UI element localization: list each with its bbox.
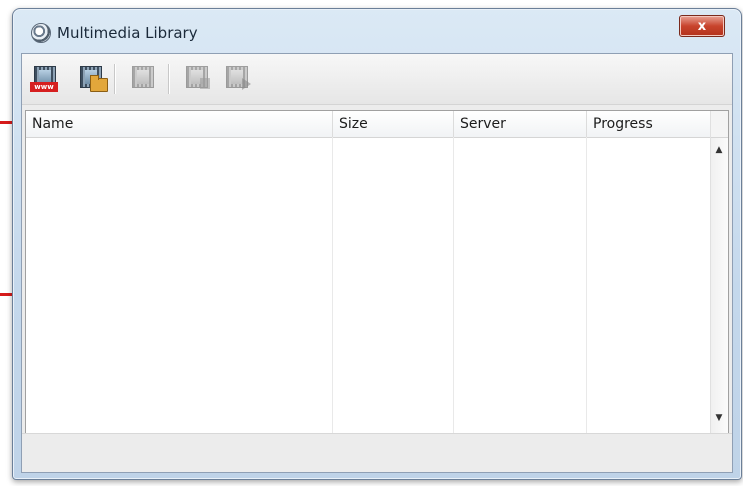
multimedia-library-window: Multimedia Library x www Name Size Serve… [12, 8, 742, 480]
play-arrow-icon [242, 78, 251, 90]
column-header-size[interactable]: Size [333, 111, 454, 137]
status-bar [22, 433, 732, 472]
toolbar-separator [114, 64, 116, 94]
title-bar[interactable]: Multimedia Library x [13, 9, 741, 53]
play-media-button[interactable] [220, 64, 252, 94]
close-button[interactable]: x [679, 15, 725, 37]
scroll-down-icon[interactable]: ▼ [714, 411, 724, 425]
folder-icon [90, 75, 108, 92]
export-media-button[interactable] [180, 64, 212, 94]
list-header: Name Size Server Progress [26, 111, 712, 138]
delete-media-button[interactable] [126, 64, 158, 94]
add-url-button[interactable]: www [28, 64, 60, 94]
toolbar-separator [168, 64, 170, 94]
column-header-server[interactable]: Server [454, 111, 587, 137]
close-icon: x [697, 18, 707, 34]
www-icon: www [30, 82, 58, 92]
film-delete-icon [132, 66, 154, 88]
window-title: Multimedia Library [57, 24, 198, 42]
export-arrow-icon [200, 78, 210, 89]
column-divider [332, 137, 333, 433]
add-file-button[interactable] [74, 64, 108, 94]
column-divider [453, 137, 454, 433]
app-icon [31, 23, 51, 43]
toolbar: www [22, 54, 732, 105]
header-corner [711, 111, 728, 138]
column-header-progress[interactable]: Progress [587, 111, 712, 137]
column-header-name[interactable]: Name [26, 111, 333, 137]
media-list[interactable]: Name Size Server Progress ▲ ▼ [25, 110, 729, 434]
client-area: www Name Size Server Progress ▲ ▼ [21, 53, 733, 473]
vertical-scrollbar[interactable]: ▲ ▼ [710, 111, 728, 433]
column-divider [586, 137, 587, 433]
scroll-up-icon[interactable]: ▲ [714, 143, 724, 157]
